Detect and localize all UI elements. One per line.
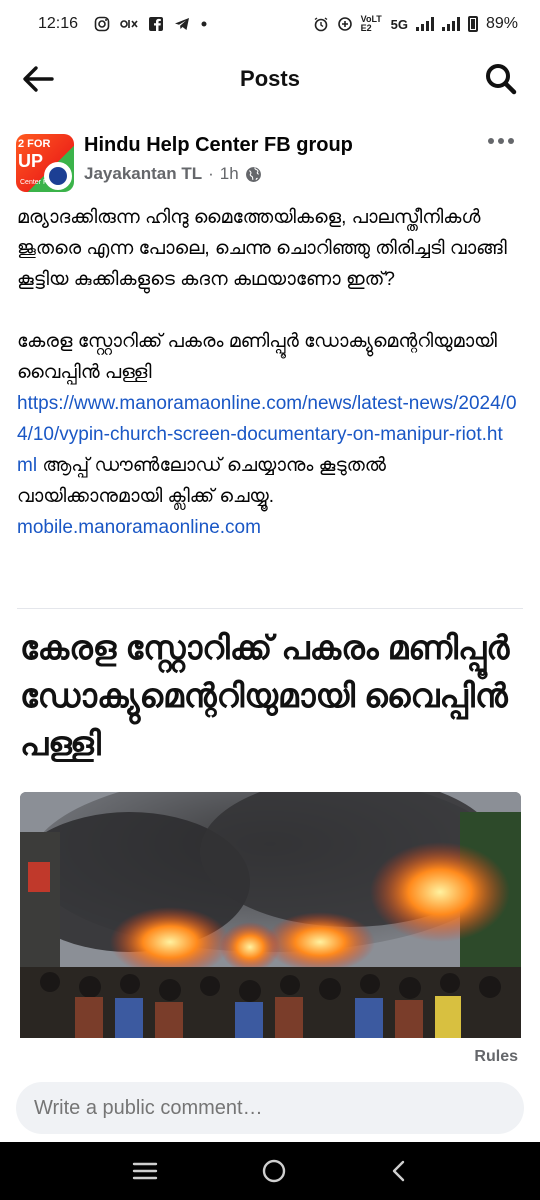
telegram-icon <box>175 18 190 30</box>
notification-icons <box>94 16 208 32</box>
post-time[interactable]: 1h <box>220 164 239 184</box>
home-icon[interactable] <box>261 1158 287 1184</box>
system-icons: VoLTE2 5G 89% <box>313 15 518 33</box>
post-text-2-heading: കേരള സ്റ്റോറിക്ക് പകരം മണിപ്പൂർ ഡോക്യുമെ… <box>17 331 497 383</box>
top-app-bar: Posts <box>0 48 540 110</box>
group-avatar[interactable]: 2 FOR UP Center FB <box>16 134 74 192</box>
post-meta: Jayakantan TL · 1h · <box>84 164 262 184</box>
battery-icon <box>467 16 478 32</box>
network-label: VoLTE2 <box>360 14 382 33</box>
comment-input[interactable] <box>34 1096 494 1120</box>
public-globe-icon <box>245 166 261 182</box>
dot-icon <box>201 21 207 27</box>
rules-link[interactable]: Rules <box>474 1048 518 1066</box>
page-title: Posts <box>240 66 300 91</box>
network-type: 5G <box>390 16 408 32</box>
recents-icon[interactable] <box>132 1161 158 1181</box>
post-text-after-link: ആപ്പ് ഡൗൺലോഡ് ചെയ്യാനും കൂടുതൽ വായിക്കാന… <box>17 455 386 507</box>
post-text-1: മര്യാദക്കിരുന്ന ഹിന്ദു മൈത്തേയികളെ, പാലസ… <box>17 207 507 290</box>
meta-separator: · <box>208 164 214 183</box>
back-icon[interactable] <box>390 1159 408 1183</box>
signal-icon-1 <box>415 17 434 31</box>
system-nav-bar <box>0 1142 540 1200</box>
avatar-text-main: UP <box>18 151 44 171</box>
status-bar: 12:16 VoLTE2 5G 89% <box>0 0 540 48</box>
avatar-text-top: 2 FOR <box>18 138 51 150</box>
search-icon[interactable] <box>484 62 518 96</box>
olx-icon <box>120 20 138 28</box>
alarm-icon <box>314 17 328 32</box>
group-name[interactable]: Hindu Help Center FB group <box>84 134 353 157</box>
domain-link[interactable]: mobile.manoramaonline.com <box>17 517 261 538</box>
post-text-2: കേരള സ്റ്റോറിക്ക് പകരം മണിപ്പൂർ ഡോക്യുമെ… <box>17 326 517 543</box>
article-preview-image[interactable] <box>20 792 521 1038</box>
divider <box>17 608 523 609</box>
facebook-icon <box>149 17 164 31</box>
fire-scene-image <box>20 792 521 1038</box>
comment-bar[interactable] <box>16 1082 524 1134</box>
post-body: മര്യാദക്കിരുന്ന ഹിന്ദു മൈത്തേയികളെ, പാലസ… <box>17 202 517 543</box>
data-saver-icon <box>337 17 352 31</box>
author-name[interactable]: Jayakantan TL <box>84 164 202 184</box>
instagram-icon <box>94 16 110 32</box>
post-header: 2 FOR UP Center FB Hindu Help Center FB … <box>16 128 524 192</box>
status-time: 12:16 <box>38 15 79 32</box>
signal-icon-2 <box>441 17 460 31</box>
more-options-icon[interactable] <box>488 134 516 148</box>
back-arrow-icon[interactable] <box>20 62 56 96</box>
avatar-badge <box>44 162 72 190</box>
battery-percent: 89% <box>485 15 518 32</box>
article-preview-title[interactable]: കേരള സ്റ്റോറിക്ക് പകരം മണിപ്പൂർ ഡോക്യുമെ… <box>20 624 520 768</box>
